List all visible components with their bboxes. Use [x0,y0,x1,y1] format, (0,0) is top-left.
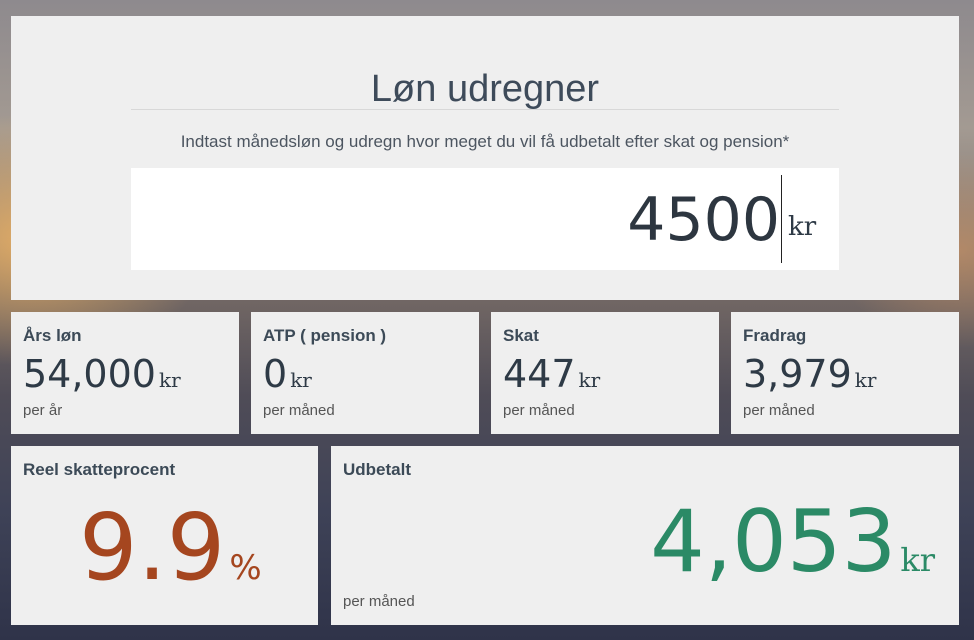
atp-pension-value: 0 kr [263,352,312,396]
card-title: ATP ( pension ) [263,326,387,345]
effective-tax-rate-card: Reel skatteprocent 9.9% [11,446,318,625]
value-unit: kr [854,368,877,392]
card-period: per måned [503,402,575,419]
instructions-text: Indtast månedsløn og udregn hvor meget d… [180,132,790,151]
deduction-value: 3,979 kr [743,352,876,396]
payout-value: 4,053 kr [650,492,935,592]
salary-input-box[interactable]: kr [131,168,839,270]
card-title: Udbetalt [343,460,411,479]
value-unit: kr [578,368,601,392]
tax-card: Skat 447 kr per måned [491,312,719,434]
title-divider [131,109,839,110]
value-unit: kr [900,541,935,579]
card-period: per måned [743,402,815,419]
deduction-card: Fradrag 3,979 kr per måned [731,312,959,434]
value-number: 0 [263,352,288,396]
card-title: Skat [503,326,539,345]
value-number: 4,053 [650,492,897,592]
card-title: Fradrag [743,326,807,345]
value-unit: kr [158,368,181,392]
card-title: Års løn [23,326,82,345]
card-period: per år [23,402,63,419]
card-title: Reel skatteprocent [23,460,176,479]
percent-unit: % [229,548,262,588]
annual-salary-value: 54,000 kr [23,352,181,396]
effective-tax-rate-value: 9.9% [79,494,262,601]
annual-salary-card: Års løn 54,000 kr per år [11,312,239,434]
tax-value: 447 kr [503,352,600,396]
value-number: 54,000 [23,352,156,396]
card-period: per måned [343,593,415,610]
card-period: per måned [263,402,335,419]
value-number: 447 [503,352,576,396]
monthly-salary-input[interactable] [380,184,780,256]
value-number: 3,979 [743,352,852,396]
value-unit: kr [290,368,312,392]
page-title: Løn udregner [370,68,600,110]
atp-pension-card: ATP ( pension ) 0 kr per måned [251,312,479,434]
payout-card: Udbetalt 4,053 kr per måned [331,446,959,625]
text-cursor [781,175,782,263]
calculator-header-card: Løn udregner Indtast månedsløn og udregn… [11,16,959,300]
value-number: 9.9 [79,494,226,601]
salary-unit-label: kr [788,212,817,242]
